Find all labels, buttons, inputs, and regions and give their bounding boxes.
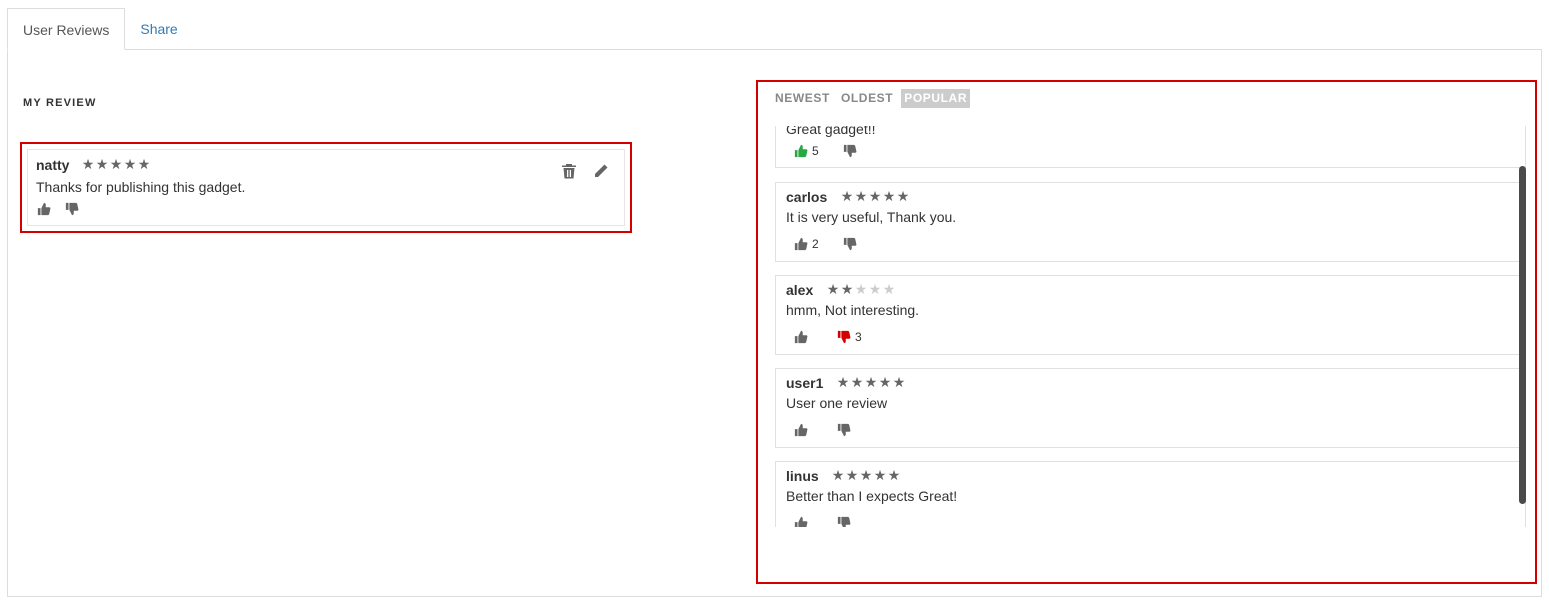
sort-popular-button[interactable]: POPULAR — [901, 89, 971, 108]
pencil-icon[interactable] — [593, 163, 609, 179]
star-empty-icon: ★ — [882, 281, 896, 297]
star-filled-icon: ★ — [878, 374, 892, 390]
like-count: 2 — [812, 237, 819, 251]
dislike-button[interactable] — [837, 516, 851, 527]
star-filled-icon: ★ — [123, 156, 137, 172]
sort-bar: NEWEST OLDEST POPULAR — [772, 89, 975, 108]
dislike-button[interactable] — [843, 237, 857, 251]
like-button[interactable]: 5 — [794, 144, 819, 158]
my-review-highlight: natty ★★★★★ Thanks for publishing this g… — [20, 142, 632, 233]
star-empty-icon: ★ — [868, 281, 882, 297]
list-item: alex ★★★★★ hmm, Not interesting. 3 — [775, 275, 1526, 355]
list-item: Great gadget!! 5 — [775, 126, 1526, 168]
star-filled-icon: ★ — [887, 467, 901, 483]
thumbs-down-icon — [843, 144, 857, 158]
sort-oldest-button[interactable]: OLDEST — [838, 89, 896, 108]
dislike-button[interactable] — [837, 423, 851, 437]
tab-share[interactable]: Share — [125, 8, 192, 50]
thumbs-up-icon — [794, 423, 808, 437]
star-filled-icon: ★ — [95, 156, 109, 172]
dislike-count: 3 — [855, 330, 862, 344]
star-filled-icon: ★ — [831, 467, 845, 483]
star-filled-icon: ★ — [882, 188, 896, 204]
review-text: User one review — [786, 395, 888, 411]
review-text: It is very useful, Thank you. — [786, 209, 957, 225]
thumbs-down-icon — [837, 516, 851, 527]
like-count: 5 — [812, 144, 819, 158]
star-rating: ★★★★★ — [81, 157, 151, 171]
tab-user-reviews[interactable]: User Reviews — [7, 8, 126, 50]
thumbs-up-icon — [794, 237, 808, 251]
review-text: Great gadget!! — [786, 126, 876, 137]
star-filled-icon: ★ — [81, 156, 95, 172]
review-username: alex — [786, 282, 814, 298]
thumbs-up-icon — [794, 516, 808, 527]
review-username: carlos — [786, 189, 828, 205]
trash-icon[interactable] — [561, 163, 577, 179]
star-filled-icon: ★ — [892, 374, 906, 390]
thumbs-up-icon — [794, 144, 808, 158]
star-rating: ★★★★★ — [826, 282, 896, 296]
review-username: user1 — [786, 375, 824, 391]
like-button[interactable] — [794, 423, 808, 437]
thumbs-down-icon — [65, 202, 79, 216]
thumbs-up-icon — [794, 330, 808, 344]
my-review-heading: MY REVIEW — [23, 97, 97, 109]
star-filled-icon: ★ — [845, 467, 859, 483]
dislike-button[interactable] — [65, 202, 79, 216]
thumbs-down-icon — [837, 330, 851, 344]
star-rating: ★★★★★ — [840, 189, 910, 203]
review-text: hmm, Not interesting. — [786, 302, 920, 318]
star-filled-icon: ★ — [826, 281, 840, 297]
thumbs-up-icon — [37, 202, 51, 216]
review-text: Better than I expects Great! — [786, 488, 958, 504]
star-rating: ★★★★★ — [836, 375, 906, 389]
star-filled-icon: ★ — [854, 188, 868, 204]
star-filled-icon: ★ — [859, 467, 873, 483]
my-review-card: natty ★★★★★ Thanks for publishing this g… — [27, 149, 625, 226]
list-item: linus ★★★★★ Better than I expects Great! — [775, 461, 1526, 527]
star-rating: ★★★★★ — [831, 468, 901, 482]
review-username: linus — [786, 468, 819, 484]
like-button[interactable]: 2 — [794, 237, 819, 251]
tab-bar: User Reviews Share — [7, 8, 193, 50]
star-filled-icon: ★ — [840, 188, 854, 204]
review-text: Thanks for publishing this gadget. — [36, 179, 246, 195]
star-filled-icon: ★ — [873, 467, 887, 483]
star-filled-icon: ★ — [868, 188, 882, 204]
thumbs-down-icon — [843, 237, 857, 251]
sort-newest-button[interactable]: NEWEST — [772, 89, 833, 108]
list-item: carlos ★★★★★ It is very useful, Thank yo… — [775, 182, 1526, 262]
like-button[interactable] — [37, 202, 51, 216]
star-filled-icon: ★ — [137, 156, 151, 172]
review-username: natty — [36, 157, 70, 173]
star-filled-icon: ★ — [840, 281, 854, 297]
thumbs-down-icon — [837, 423, 851, 437]
like-button[interactable] — [794, 330, 808, 344]
like-button[interactable] — [794, 516, 808, 527]
star-filled-icon: ★ — [109, 156, 123, 172]
star-filled-icon: ★ — [896, 188, 910, 204]
review-list[interactable]: Great gadget!! 5 carlos ★★★★★ It is very… — [775, 126, 1527, 527]
dislike-button[interactable]: 3 — [837, 330, 862, 344]
dislike-button[interactable] — [843, 144, 857, 158]
star-filled-icon: ★ — [864, 374, 878, 390]
list-item: user1 ★★★★★ User one review — [775, 368, 1526, 448]
star-filled-icon: ★ — [836, 374, 850, 390]
scrollbar-thumb[interactable] — [1519, 166, 1526, 504]
star-filled-icon: ★ — [850, 374, 864, 390]
star-empty-icon: ★ — [854, 281, 868, 297]
